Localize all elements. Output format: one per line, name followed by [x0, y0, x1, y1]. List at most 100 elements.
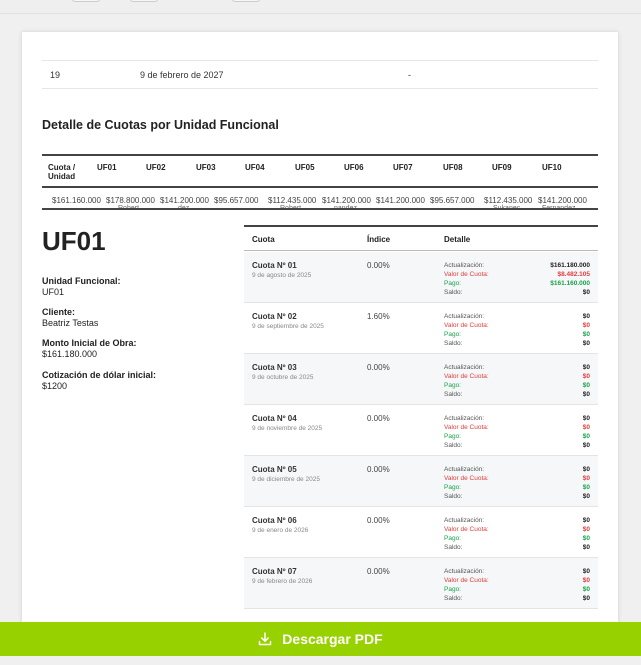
detail-label-saldo: Saldo:	[444, 289, 463, 296]
cuota-index: 0.00%	[367, 363, 390, 372]
detail-values: $0 $0 $0 $0	[583, 363, 590, 399]
download-pdf-button[interactable]: Descargar PDF	[0, 622, 641, 656]
cuota-index: 0.00%	[367, 261, 390, 270]
cuota-name: Cuota Nº 01	[252, 261, 297, 270]
detail-label-act: Actualización:	[444, 517, 485, 524]
detail-label-pago: Pago:	[444, 535, 461, 542]
cuota-index: 0.00%	[367, 465, 390, 474]
detail-values: $0 $0 $0 $0	[583, 465, 590, 501]
col-uf04: UF04	[245, 163, 265, 172]
info-cliente: Cliente: Beatriz Testas	[42, 307, 98, 329]
detail-label-saldo: Saldo:	[444, 442, 463, 449]
detail-values: $161.180.000 $8.482.105 $161.160.000 $0	[550, 261, 590, 297]
cuota-name: Cuota Nº 06	[252, 516, 297, 525]
col-uf09: UF09	[492, 163, 512, 172]
info-monto: Monto Inicial de Obra: $161.180.000	[42, 338, 137, 360]
col-cuota: Cuota	[252, 235, 275, 244]
detail-value-pago: $161.160.000	[550, 280, 590, 287]
detail-labels: Actualización: Valor de Cuota: Pago: Saldo:	[444, 312, 489, 348]
detail-value-valor: $0	[582, 526, 590, 533]
detail-value-saldo: $0	[582, 391, 590, 398]
detail-value-pago: $0	[582, 382, 590, 389]
cuota-row: Cuota Nº 05 9 de diciembre de 2025 0.00% Ac…	[244, 456, 598, 507]
cuota-row: Cuota Nº 03 9 de octubre de 2025 0.00% Actu…	[244, 354, 598, 405]
detail-labels: Actualización: Valor de Cuota: Pago: Saldo:	[444, 414, 489, 450]
cuota-name: Cuota Nº 07	[252, 567, 297, 576]
row-number: 19	[50, 70, 61, 80]
detail-value-valor: $8.482.105	[557, 271, 590, 278]
detail-values: $0 $0 $0 $0	[583, 414, 590, 450]
info-value: Beatriz Testas	[42, 318, 99, 328]
download-icon	[258, 632, 272, 646]
col-uf01: UF01	[97, 163, 117, 172]
info-label: Monto Inicial de Obra:	[42, 338, 137, 348]
col-uf08: UF08	[443, 163, 463, 172]
uf-value: $141.200.000	[538, 196, 587, 205]
cuota-date: 9 de enero de 2026	[252, 527, 309, 534]
uf-value: $141.200.000	[160, 196, 209, 205]
detail-labels: Actualización: Valor de Cuota: Pago: Saldo:	[444, 261, 489, 297]
detail-values: $0 $0 $0 $0	[583, 567, 590, 603]
toolbar-button[interactable]	[232, 0, 260, 2]
uf-value: $141.200.000	[376, 196, 425, 205]
detail-value-act: $0	[582, 364, 590, 371]
col-uf06: UF06	[344, 163, 364, 172]
cuota-date: 9 de octubre de 2025	[252, 374, 314, 381]
uf-value: $112.435.000	[484, 196, 533, 205]
info-value: UF01	[42, 287, 65, 297]
uf-value: $95.657.000	[430, 196, 475, 205]
detail-value-act: $0	[582, 517, 590, 524]
cuota-row: Cuota Nº 02 9 de septiembre de 2025 1.60% A…	[244, 303, 598, 354]
cuota-row: Cuota Nº 06 9 de enero de 2026 0.00% Actual…	[244, 507, 598, 558]
detail-value-valor: $0	[582, 475, 590, 482]
detail-values: $0 $0 $0 $0	[583, 312, 590, 348]
detail-label-act: Actualización:	[444, 415, 485, 422]
uf-value: $95.657.000	[214, 196, 259, 205]
detail-value-pago: $0	[582, 331, 590, 338]
cuota-name: Cuota Nº 04	[252, 414, 297, 423]
uf-value: $112.435.000	[268, 196, 317, 205]
detail-label-saldo: Saldo:	[444, 340, 463, 347]
detail-value-pago: $0	[582, 433, 590, 440]
cuota-index: 0.00%	[367, 516, 390, 525]
cuota-index: 1.60%	[367, 312, 390, 321]
cuota-date: 9 de agosto de 2025	[252, 272, 312, 279]
info-value: $1200	[42, 381, 68, 391]
detail-value-act: $0	[582, 415, 590, 422]
detail-label-act: Actualización:	[444, 262, 485, 269]
toolbar-button[interactable]	[72, 0, 100, 2]
cuota-name: Cuota Nº 02	[252, 312, 297, 321]
detail-value-saldo: $0	[582, 340, 590, 347]
detail-label-pago: Pago:	[444, 484, 461, 491]
cuota-date: 9 de febrero de 2026	[252, 578, 313, 585]
detail-value-saldo: $0	[582, 289, 590, 296]
toolbar-button[interactable]	[130, 0, 158, 2]
col-detalle: Detalle	[444, 235, 471, 244]
detail-value-valor: $0	[582, 373, 590, 380]
detail-value-act: $161.180.000	[550, 262, 590, 269]
detail-labels: Actualización: Valor de Cuota: Pago: Saldo:	[444, 363, 489, 399]
detail-label-valor: Valor de Cuota:	[444, 526, 489, 533]
detail-value-pago: $0	[582, 484, 590, 491]
detail-label-valor: Valor de Cuota:	[444, 322, 489, 329]
download-label: Descargar PDF	[282, 631, 383, 647]
info-label: Cliente:	[42, 307, 76, 317]
detail-label-valor: Valor de Cuota:	[444, 475, 489, 482]
detail-values: $0 $0 $0 $0	[583, 516, 590, 552]
uf-value: $141.200.000	[322, 196, 371, 205]
cuota-row: Cuota Nº 04 9 de noviembre de 2025 0.00% Ac…	[244, 405, 598, 456]
uf-value: $178.800.000	[106, 196, 155, 205]
info-unidad: Unidad Funcional: UF01	[42, 276, 121, 298]
detail-label-saldo: Saldo:	[444, 595, 463, 602]
detail-label-act: Actualización:	[444, 568, 485, 575]
detail-value-pago: $0	[582, 586, 590, 593]
detail-value-valor: $0	[582, 322, 590, 329]
divider	[42, 208, 598, 210]
detail-value-saldo: $0	[582, 595, 590, 602]
uf-table-header: Cuota / Unidad UF01 UF02 UF03 UF04 UF05 …	[42, 154, 598, 188]
col-indice: Índice	[367, 235, 391, 244]
detail-value-act: $0	[582, 313, 590, 320]
detail-label-act: Actualización:	[444, 313, 485, 320]
detail-labels: Actualización: Valor de Cuota: Pago: Saldo:	[444, 465, 489, 501]
row-date: 9 de febrero de 2027	[140, 70, 224, 80]
